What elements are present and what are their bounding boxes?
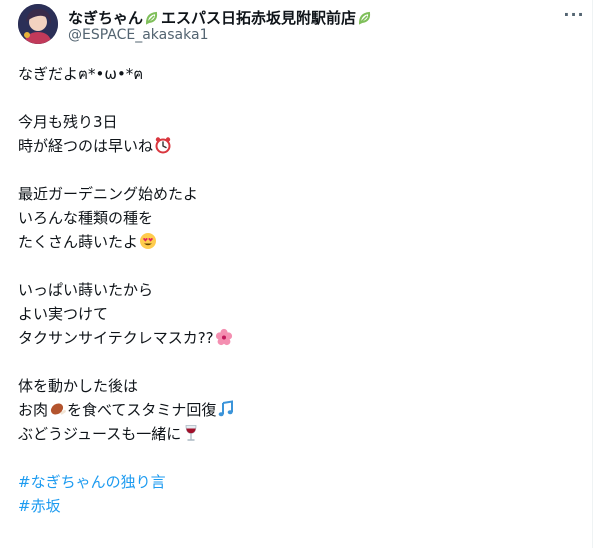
music-notes-icon <box>219 400 234 417</box>
text-line: よい実つけて <box>18 305 109 323</box>
display-name[interactable]: なぎちゃん エスパス日拓赤坂見附駅前店 <box>68 7 374 28</box>
user-handle[interactable]: @ESPACE_akasaka1 <box>68 27 208 43</box>
text-line: なぎだよฅ*•ω•*ฅ <box>18 65 144 83</box>
text-line: 今月も残り3日 <box>18 113 118 131</box>
leaf-icon <box>145 10 160 25</box>
text-line-with-emoji: ぶどうジュースも一緒に <box>18 422 578 446</box>
leaf-icon <box>358 10 373 25</box>
avatar[interactable] <box>18 4 58 44</box>
display-name-part-2: エスパス日拓赤坂見附駅前店 <box>161 9 357 27</box>
text-line-with-emoji: お肉 を食べてスタミナ回復 <box>18 398 578 422</box>
text-line-with-emoji: 時が経つのは早いね <box>18 134 578 158</box>
hashtag-link[interactable]: #なぎちゃんの独り言 <box>18 473 166 491</box>
meat-icon <box>50 403 66 415</box>
hashtag-link[interactable]: #赤坂 <box>18 497 61 515</box>
more-icon[interactable]: ··· <box>563 4 584 24</box>
text-line-with-emoji: タクサンサイテクレマスカ?? <box>18 326 578 350</box>
alarm-clock-icon <box>155 137 171 154</box>
text-line: いろんな種類の種を <box>18 209 154 227</box>
post-text: なぎだよฅ*•ω•*ฅ 今月も残り3日 時が経つのは早いね 最近ガーデニング始め… <box>18 62 578 518</box>
text-line-with-emoji: たくさん蒔いたよ <box>18 230 578 254</box>
hibiscus-icon <box>215 328 232 346</box>
hashtag-line: #なぎちゃんの独り言 <box>18 470 578 494</box>
text-line: 最近ガーデニング始めたよ <box>18 185 199 203</box>
wine-glass-icon <box>185 425 197 441</box>
display-name-part-1: なぎちゃん <box>68 9 144 27</box>
text-line: いっぱい蒔いたから <box>18 281 154 299</box>
heart-eyes-icon <box>140 233 157 249</box>
hashtag-line: #赤坂 <box>18 494 578 518</box>
text-line: 体を動かした後は <box>18 377 139 395</box>
post-card: なぎちゃん エスパス日拓赤坂見附駅前店 @ESPACE_akasaka1 ···… <box>0 0 593 548</box>
